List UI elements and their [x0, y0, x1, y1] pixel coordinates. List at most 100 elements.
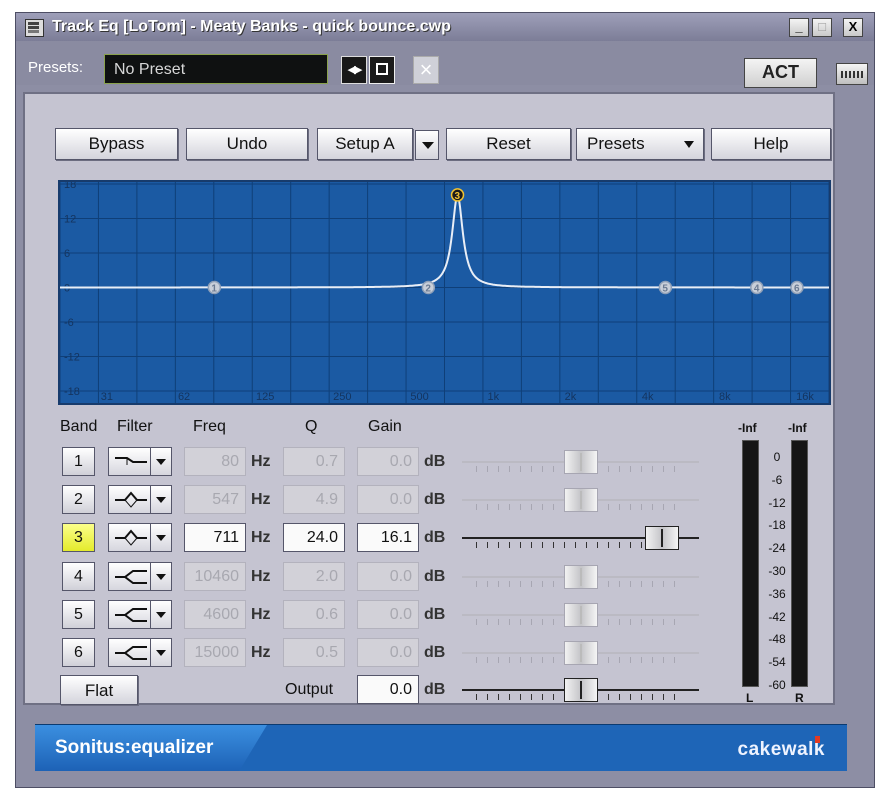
band-6-button[interactable]: 6 [62, 638, 95, 667]
band-4-gain-field[interactable]: 0.0 [357, 562, 419, 591]
slider-thumb[interactable] [563, 641, 598, 665]
band-2-q-field[interactable]: 4.9 [283, 485, 345, 514]
meter-scale-label: 0 [773, 450, 781, 464]
preset-name-field[interactable]: No Preset [104, 54, 328, 84]
band-1-button[interactable]: 1 [62, 447, 95, 476]
band-2-gain-field[interactable]: 0.0 [357, 485, 419, 514]
band-6-gain-field[interactable]: 0.0 [357, 638, 419, 667]
logo-accent [815, 736, 820, 743]
x-tick-label: 8k [719, 391, 731, 403]
presets-bar: Presets: No Preset ◀▶ × ACT [16, 41, 874, 88]
band-1-gain-unit: dB [424, 453, 446, 470]
y-tick-label: -6 [64, 317, 74, 329]
band-1-gain-slider[interactable] [462, 447, 699, 477]
title-bar[interactable]: Track Eq [LoTom] - Meaty Banks - quick b… [16, 13, 874, 41]
band-3-q-field[interactable]: 24.0 [283, 523, 345, 552]
band-6-gain-slider[interactable] [462, 638, 699, 668]
slider-thumb[interactable] [644, 526, 679, 550]
presets-button[interactable]: Presets [576, 128, 704, 160]
band-5-gain-field[interactable]: 0.0 [357, 600, 419, 629]
undo-button[interactable]: Undo [186, 128, 308, 160]
y-tick-label: 12 [64, 214, 76, 226]
chevron-down-icon[interactable] [150, 639, 171, 666]
band-2-button[interactable]: 2 [62, 485, 95, 514]
band-5-q-field[interactable]: 0.6 [283, 600, 345, 629]
eq-response-graph[interactable]: 18 12 6 0 -6 -12 -18 31 62 125 250 500 1k 2k 4k 8k 16k 1 2… [58, 180, 831, 405]
band-1-gain-field[interactable]: 0.0 [357, 447, 419, 476]
slider-thumb[interactable] [563, 450, 598, 474]
close-button[interactable]: X [843, 18, 863, 37]
minimize-button[interactable]: _ [789, 18, 809, 37]
maximize-button[interactable]: □ [812, 18, 832, 37]
x-tick-label: 31 [101, 391, 113, 403]
band-2-gain-unit: dB [424, 491, 446, 508]
band-4-freq-unit: Hz [251, 568, 271, 585]
footer-banner: Sonitus:equalizer cakewalk [35, 724, 847, 771]
band-handle-label: 4 [754, 284, 760, 295]
high-shelf-filter-icon [113, 567, 149, 586]
band-1-q-field[interactable]: 0.7 [283, 447, 345, 476]
chevron-down-icon[interactable] [150, 601, 171, 628]
app-icon[interactable] [25, 19, 44, 37]
slider-thumb[interactable] [563, 565, 598, 589]
save-preset-icon[interactable] [369, 56, 395, 84]
band-6-freq-field[interactable]: 15000 [184, 638, 246, 667]
band-2-filter-select[interactable] [108, 485, 172, 514]
keyboard-icon[interactable] [836, 63, 868, 85]
chevron-down-icon[interactable] [150, 563, 171, 590]
help-button[interactable]: Help [711, 128, 831, 160]
setup-button[interactable]: Setup A [317, 128, 413, 160]
band-5-gain-slider[interactable] [462, 600, 699, 630]
eq-curve-plot[interactable]: 181260-6-12-18 31 62 125 250 500 1k 2k 4k 8k 16k1 2… [60, 182, 829, 403]
band-1-freq-field[interactable]: 80 [184, 447, 246, 476]
band-3-filter-select[interactable] [108, 523, 172, 552]
output-gain-field[interactable]: 0.0 [357, 675, 419, 704]
band-3-gain-field[interactable]: 16.1 [357, 523, 419, 552]
x-tick-label: 500 [410, 391, 428, 403]
chevron-down-icon[interactable] [150, 486, 171, 513]
slider-thumb[interactable] [563, 488, 598, 512]
output-slider[interactable] [462, 675, 699, 705]
band-2-freq-field[interactable]: 547 [184, 485, 246, 514]
band-5-filter-select[interactable] [108, 600, 172, 629]
freq-column-header: Freq [193, 418, 226, 435]
slider-thumb[interactable] [563, 678, 598, 702]
reset-button[interactable]: Reset [446, 128, 571, 160]
right-channel-label: R [795, 691, 804, 705]
x-tick-label: 1k [488, 391, 500, 403]
preset-navigate-icon[interactable]: ◀▶ [341, 56, 367, 84]
band-3-freq-field[interactable]: 711 [184, 523, 246, 552]
flat-button[interactable]: Flat [60, 675, 138, 705]
y-tick-label: 6 [64, 248, 70, 260]
band-4-filter-select[interactable] [108, 562, 172, 591]
chevron-down-icon[interactable] [150, 524, 171, 551]
band-1-filter-select[interactable] [108, 447, 172, 476]
chevron-down-icon[interactable] [150, 448, 171, 475]
band-4-freq-field[interactable]: 10460 [184, 562, 246, 591]
y-tick-label: 18 [64, 182, 76, 191]
y-tick-label: -18 [64, 386, 80, 398]
band-3-freq-unit: Hz [251, 529, 271, 546]
band-5-freq-field[interactable]: 4600 [184, 600, 246, 629]
slider-thumb[interactable] [563, 603, 598, 627]
product-name: Sonitus:equalizer [55, 737, 214, 758]
band-4-gain-slider[interactable] [462, 562, 699, 592]
band-5-button[interactable]: 5 [62, 600, 95, 629]
band-4-button[interactable]: 4 [62, 562, 95, 591]
bypass-button[interactable]: Bypass [55, 128, 178, 160]
setup-dropdown-icon[interactable] [415, 130, 439, 160]
output-unit: dB [424, 681, 446, 698]
window-title: Track Eq [LoTom] - Meaty Banks - quick b… [52, 18, 451, 35]
x-tick-label: 62 [178, 391, 190, 403]
band-3-button[interactable]: 3 [62, 523, 95, 552]
band-6-q-field[interactable]: 0.5 [283, 638, 345, 667]
band-4-q-field[interactable]: 2.0 [283, 562, 345, 591]
act-button[interactable]: ACT [744, 58, 817, 88]
band-6-filter-select[interactable] [108, 638, 172, 667]
band-3-gain-slider[interactable] [462, 523, 699, 553]
high-shelf-filter-icon [113, 605, 149, 624]
band-2-gain-slider[interactable] [462, 485, 699, 515]
band-3-gain-unit: dB [424, 529, 446, 546]
delete-preset-icon[interactable]: × [413, 56, 439, 84]
band-handle-label: 2 [425, 284, 431, 295]
